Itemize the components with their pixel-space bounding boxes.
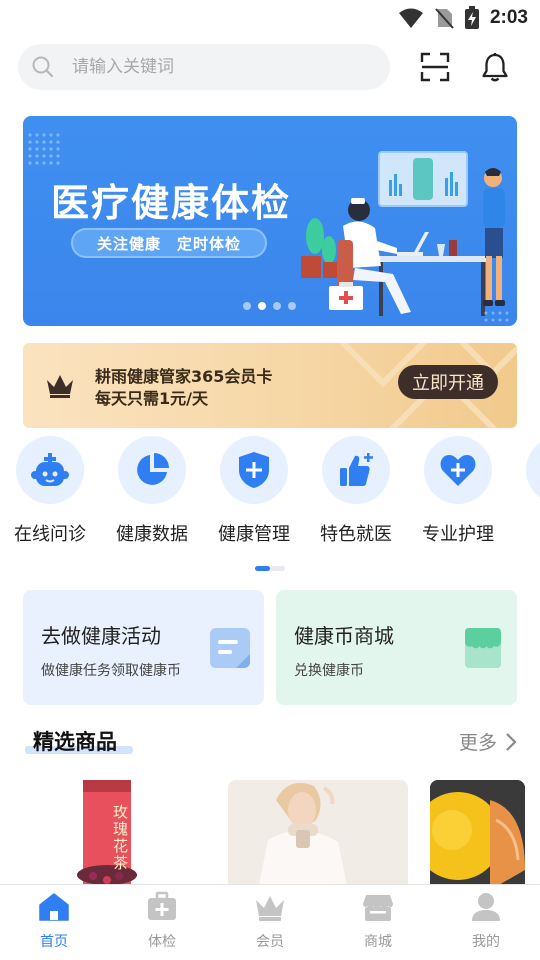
rose-tea-label: 玫瑰花茶	[113, 803, 129, 872]
melon-image	[430, 780, 525, 885]
tab-mall[interactable]: 商城	[338, 891, 418, 951]
tab-label: 体检	[148, 934, 176, 950]
medical-kit-icon	[148, 891, 176, 920]
banner-dot[interactable]	[288, 302, 296, 310]
service-page-indicator-fill	[255, 566, 270, 571]
banner-dot-active[interactable]	[258, 302, 266, 310]
crown-icon	[256, 896, 284, 921]
service-grid: 在线问诊 健康数据 健康管理 特色就医 专业护理	[0, 436, 540, 546]
coin-mall-card[interactable]: 健康币商城 兑换健康币	[276, 590, 517, 705]
service-online-consult[interactable]: 在线问诊	[0, 436, 100, 546]
no-sim-icon	[435, 8, 454, 29]
service-icon-bg	[118, 436, 186, 504]
service-label: 健康数据	[116, 524, 188, 545]
store-icon	[465, 628, 501, 668]
service-page-indicator	[255, 566, 285, 571]
store-icon	[363, 895, 393, 921]
banner-pagination	[243, 302, 296, 310]
promo-title: 去做健康活动	[41, 624, 161, 648]
home-icon	[39, 893, 69, 921]
service-icon-bg	[424, 436, 492, 504]
search-box[interactable]	[18, 44, 390, 90]
baby-face-icon	[31, 453, 69, 486]
pie-chart-icon	[137, 453, 169, 485]
tab-label: 首页	[40, 934, 68, 950]
banner-dot-pattern-bottom	[484, 311, 509, 322]
promo-subtitle: 做健康任务领取健康币	[41, 663, 181, 679]
status-time: 2:03	[489, 7, 528, 28]
tab-home[interactable]: 首页	[14, 891, 94, 951]
wifi-icon	[398, 8, 423, 28]
product-card-rose-tea[interactable]: 玫瑰花茶	[23, 780, 203, 885]
user-icon	[472, 893, 500, 921]
product-card-melon[interactable]	[430, 780, 525, 885]
tab-label: 我的	[472, 934, 500, 950]
scan-icon[interactable]	[420, 52, 450, 82]
service-label: 特色就医	[320, 524, 392, 545]
service-icon-bg	[526, 436, 540, 504]
battery-charging-icon	[464, 6, 479, 29]
product-card-beauty-device[interactable]	[228, 780, 408, 885]
service-featured-care[interactable]: 特色就医	[306, 436, 406, 546]
service-health-data[interactable]: 健康数据	[102, 436, 202, 546]
service-icon-bg	[322, 436, 390, 504]
more-link[interactable]: 更多	[459, 728, 517, 755]
beauty-device-image	[228, 780, 408, 885]
heart-plus-icon	[440, 455, 476, 486]
tab-profile[interactable]: 我的	[446, 891, 526, 951]
activate-button[interactable]: 立即开通	[398, 365, 498, 399]
membership-card[interactable]: 耕雨健康管家365会员卡 每天只需1元/天 立即开通	[23, 343, 517, 428]
search-icon	[32, 56, 54, 78]
shield-plus-icon	[239, 452, 269, 488]
service-health-management[interactable]: 健康管理	[204, 436, 304, 546]
service-label: 专业护理	[422, 524, 494, 545]
promo-banner[interactable]: 医疗健康体检 关注健康 定时体检	[23, 116, 517, 326]
more-label: 更多	[458, 732, 497, 754]
doctor-illustration	[301, 151, 505, 316]
service-label: 健康管理	[218, 524, 290, 545]
search-row	[18, 44, 522, 90]
service-label: 商	[510, 520, 540, 546]
task-list-icon	[210, 628, 250, 668]
tab-membership[interactable]: 会员	[230, 891, 310, 951]
search-input[interactable]	[72, 57, 352, 77]
service-icon-bg	[220, 436, 288, 504]
product-strip: 玫瑰花茶	[0, 780, 540, 885]
status-icons: 2:03	[398, 6, 528, 30]
banner-tagline: 关注健康 定时体检	[71, 228, 267, 258]
banner-dot-pattern	[28, 133, 60, 165]
banner-dot[interactable]	[243, 302, 251, 310]
thumbs-up-plus-icon	[340, 453, 373, 486]
service-professional-nursing[interactable]: 专业护理	[408, 436, 508, 546]
tab-checkup[interactable]: 体检	[122, 891, 202, 951]
member-card-subtitle: 每天只需1元/天	[95, 389, 208, 408]
service-mall-partial[interactable]: 商	[510, 436, 540, 546]
tab-label: 会员	[256, 934, 284, 950]
banner-title: 医疗健康体检	[51, 180, 292, 225]
chevron-right-icon	[506, 732, 517, 751]
status-bar: 2:03	[0, 0, 540, 36]
promo-subtitle: 兑换健康币	[294, 663, 364, 679]
health-activity-card[interactable]: 去做健康活动 做健康任务领取健康币	[23, 590, 264, 705]
banner-dot[interactable]	[273, 302, 281, 310]
crown-icon	[47, 375, 73, 398]
promo-title: 健康币商城	[294, 624, 394, 648]
bell-icon[interactable]	[480, 52, 510, 82]
service-label: 在线问诊	[14, 524, 86, 545]
tab-label: 商城	[364, 934, 392, 950]
featured-header: 精选商品 更多	[23, 722, 517, 758]
member-card-title: 耕雨健康管家365会员卡	[95, 367, 273, 386]
section-title: 精选商品	[33, 730, 117, 754]
service-icon-bg	[16, 436, 84, 504]
bottom-tab-bar: 首页 体检 会员 商城 我的	[0, 884, 540, 960]
